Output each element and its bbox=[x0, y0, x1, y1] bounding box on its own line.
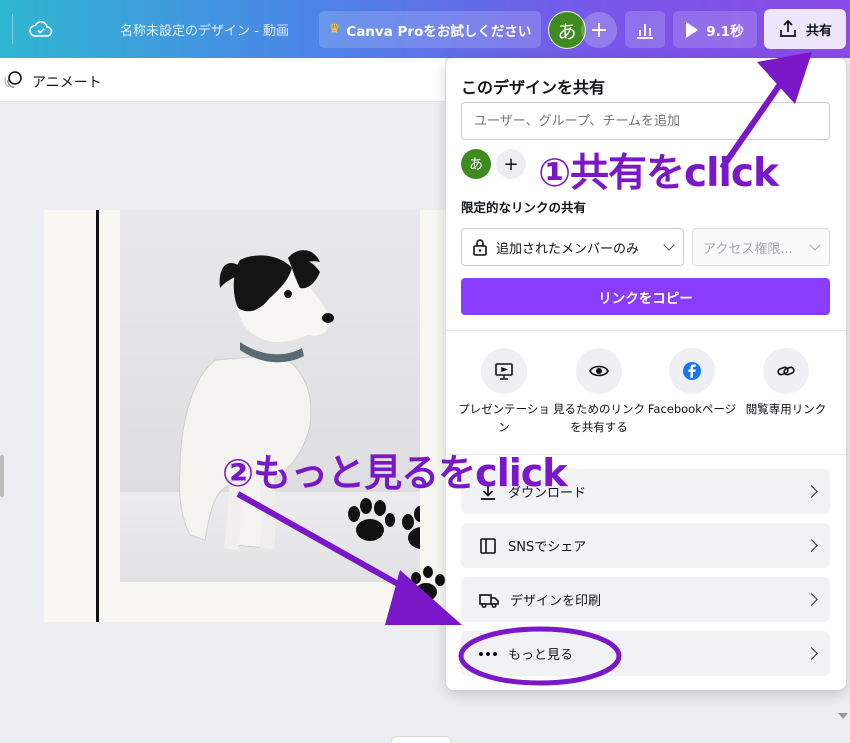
side-panel-handle[interactable] bbox=[0, 455, 4, 497]
add-member-button[interactable]: + bbox=[496, 149, 526, 179]
lock-icon bbox=[473, 239, 487, 256]
share-option-label: 見るためのリンクを共有する bbox=[553, 402, 645, 435]
share-panel-title: このデザインを共有 bbox=[461, 78, 606, 97]
top-toolbar: 名称未設定のデザイン - 動画 ♛ Canva Proをお試しください あ + … bbox=[0, 0, 850, 58]
see-more-label: もっと見る bbox=[508, 648, 574, 663]
paw-print-decoration bbox=[402, 506, 420, 549]
chevron-down-icon bbox=[663, 239, 675, 251]
permission-select[interactable]: アクセス権限... bbox=[692, 228, 830, 266]
play-button[interactable]: 9.1秒 bbox=[673, 11, 757, 48]
sns-share-row[interactable]: SNSでシェア bbox=[461, 523, 830, 568]
link-access-value: 追加されたメンバーのみ bbox=[496, 241, 640, 257]
insights-button[interactable] bbox=[625, 11, 665, 48]
try-canva-pro-button[interactable]: ♛ Canva Proをお試しください bbox=[319, 11, 541, 48]
permission-value: アクセス権限... bbox=[703, 241, 793, 257]
more-dots-icon bbox=[479, 651, 497, 656]
add-people-input[interactable] bbox=[461, 102, 830, 140]
share-button[interactable]: 共有 bbox=[764, 9, 846, 49]
sns-share-label: SNSでシェア bbox=[508, 540, 587, 555]
layout-icon bbox=[480, 537, 496, 554]
print-design-row[interactable]: デザインを印刷 bbox=[461, 577, 830, 622]
bar-chart-icon bbox=[637, 23, 653, 39]
add-collaborator-button[interactable]: + bbox=[581, 12, 617, 48]
divider bbox=[446, 330, 846, 331]
member-avatar[interactable]: あ bbox=[461, 149, 491, 179]
dog-photo[interactable] bbox=[120, 210, 420, 582]
try-canva-pro-label: Canva Proをお試しください bbox=[346, 23, 532, 40]
duration-label: 9.1秒 bbox=[706, 23, 744, 40]
eye-icon bbox=[576, 348, 622, 394]
chevron-down-icon bbox=[809, 239, 821, 251]
chevron-right-icon bbox=[805, 593, 818, 606]
crown-icon: ♛ bbox=[328, 22, 341, 37]
scroll-down-icon[interactable] bbox=[838, 713, 848, 719]
link-icon bbox=[763, 348, 809, 394]
animate-button[interactable]: アニメート bbox=[32, 72, 102, 92]
cloud-check-icon[interactable] bbox=[29, 18, 53, 40]
chevron-right-icon bbox=[805, 485, 818, 498]
play-icon bbox=[686, 21, 699, 38]
presentation-icon bbox=[481, 348, 527, 394]
toolbar-divider bbox=[12, 14, 13, 44]
animate-icon bbox=[4, 71, 22, 88]
truck-icon bbox=[479, 593, 499, 608]
see-more-row[interactable]: もっと見る bbox=[461, 631, 830, 676]
paw-print-decoration bbox=[348, 498, 395, 541]
chevron-right-icon bbox=[805, 539, 818, 552]
share-label: 共有 bbox=[805, 23, 832, 39]
restricted-link-heading: 限定的なリンクの共有 bbox=[461, 200, 587, 215]
share-option-facebook[interactable]: Facebookページ bbox=[646, 348, 738, 418]
annotation-step1: ①共有をclick bbox=[538, 151, 779, 196]
paw-print-decoration bbox=[411, 566, 445, 601]
share-upload-icon bbox=[780, 19, 796, 37]
annotation-step2: ②もっと見るをclick bbox=[222, 451, 568, 495]
chevron-right-icon bbox=[805, 647, 818, 660]
document-title[interactable]: 名称未設定のデザイン - 動画 bbox=[120, 20, 289, 39]
share-option-view-link[interactable]: 見るためのリンクを共有する bbox=[553, 348, 645, 437]
editor-toolbar: アニメート bbox=[0, 58, 445, 102]
share-option-presentation[interactable]: プレゼンテーション bbox=[458, 348, 550, 437]
share-option-view-only-link[interactable]: 閲覧専用リンク bbox=[740, 348, 832, 418]
copy-link-button[interactable]: リンクをコピー bbox=[461, 278, 830, 315]
canvas-vertical-line bbox=[96, 210, 99, 622]
share-option-label: Facebookページ bbox=[647, 402, 737, 416]
link-access-select[interactable]: 追加されたメンバーのみ bbox=[461, 228, 684, 266]
print-design-label: デザインを印刷 bbox=[510, 594, 602, 609]
share-option-label: プレゼンテーション bbox=[458, 402, 550, 435]
share-option-label: 閲覧専用リンク bbox=[745, 402, 827, 416]
page-indicator[interactable] bbox=[390, 736, 452, 743]
facebook-icon bbox=[669, 348, 715, 394]
